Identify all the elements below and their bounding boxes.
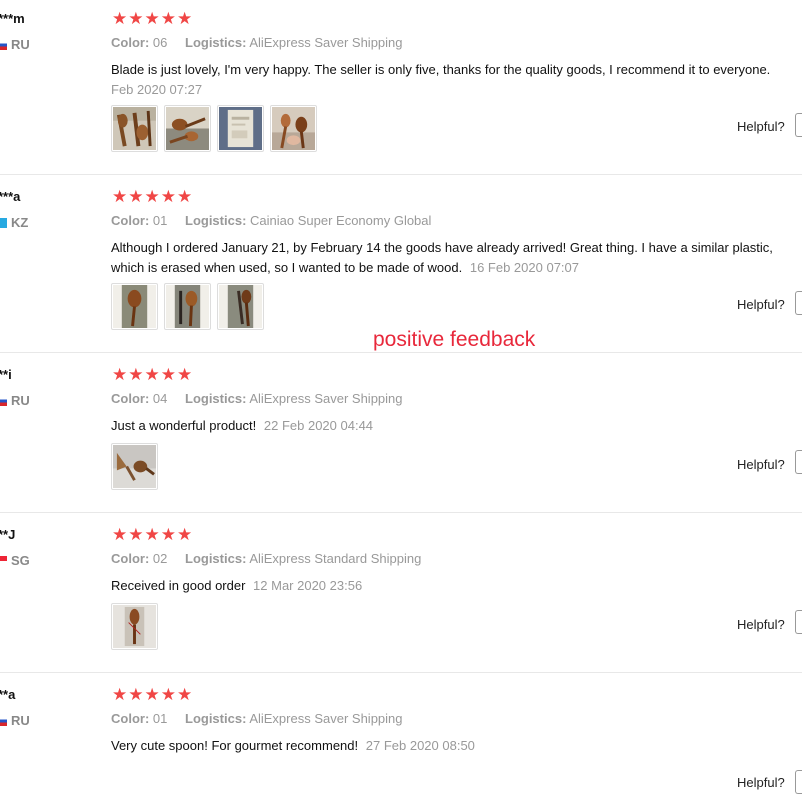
spoon-angle-photo	[219, 285, 262, 328]
review-photo-thumbnail[interactable]	[164, 105, 211, 152]
reviewer-name: ***a	[0, 189, 21, 204]
star-rating: ★★★★★	[112, 187, 194, 206]
logistics-value: AliExpress Saver Shipping	[249, 711, 403, 726]
helpful-label: Helpful?	[737, 119, 785, 134]
order-info: Color: 06 Logistics: AliExpress Saver Sh…	[111, 35, 403, 50]
logistics-label: Logistics:	[185, 551, 247, 566]
review-item: **a RU ★★★★★ Color: 01 Logistics: AliExp…	[0, 676, 802, 794]
ru-flag-icon	[0, 716, 7, 726]
review-text: Very cute spoon! For gourmet recommend!	[111, 738, 359, 753]
review-photo-thumbnail[interactable]	[111, 283, 158, 330]
review-photo-thumbnail[interactable]	[270, 105, 317, 152]
review-photos	[111, 105, 317, 152]
spoons-on-cloth-photo	[113, 107, 156, 150]
helpful-label: Helpful?	[737, 617, 785, 632]
reviewer-country: RU	[0, 37, 30, 52]
star-rating: ★★★★★	[112, 9, 194, 28]
color-label: Color:	[111, 213, 150, 228]
kz-flag-icon	[0, 218, 7, 228]
review-text-block: Although I ordered January 21, by Februa…	[111, 238, 801, 278]
logistics-label: Logistics:	[185, 391, 247, 406]
spoon-front-photo	[113, 285, 156, 328]
logistics-value: AliExpress Saver Shipping	[249, 391, 403, 406]
two-spoons-photo	[113, 445, 156, 488]
logistics-label: Logistics:	[185, 35, 247, 50]
review-photos	[111, 603, 158, 650]
review-text: Just a wonderful product!	[111, 418, 257, 433]
color-value: 04	[152, 391, 168, 406]
order-info: Color: 01 Logistics: AliExpress Saver Sh…	[111, 711, 403, 726]
logistics-label: Logistics:	[185, 711, 247, 726]
review-text: Received in good order	[111, 578, 246, 593]
review-photo-thumbnail[interactable]	[111, 105, 158, 152]
review-photos	[111, 443, 158, 490]
order-info: Color: 02 Logistics: AliExpress Standard…	[111, 551, 421, 566]
logistics-value: AliExpress Saver Shipping	[249, 35, 403, 50]
spoons-on-table-photo	[166, 107, 209, 150]
review-text: Although I ordered January 21, by Februa…	[111, 240, 773, 275]
reviewer-name: **a	[0, 687, 16, 702]
helpful-label: Helpful?	[737, 775, 785, 790]
review-photo-thumbnail[interactable]	[217, 105, 264, 152]
helpful-button[interactable]	[795, 450, 802, 474]
package-bag-photo	[219, 107, 262, 150]
review-text: Blade is just lovely, I'm very happy. Th…	[111, 62, 771, 77]
review-item: ***a KZ ★★★★★ Color: 01 Logistics: Caini…	[0, 178, 802, 353]
color-label: Color:	[111, 35, 150, 50]
star-rating: ★★★★★	[112, 685, 194, 704]
reviewer-name: **J	[0, 527, 16, 542]
reviewer-name: ***m	[0, 11, 25, 26]
review-photo-thumbnail[interactable]	[111, 603, 158, 650]
reviewer-country: SG	[0, 553, 30, 568]
logistics-label: Logistics:	[185, 213, 247, 228]
star-rating: ★★★★★	[112, 525, 194, 544]
helpful-label: Helpful?	[737, 297, 785, 312]
positive-feedback-annotation: positive feedback	[373, 328, 536, 351]
ru-flag-icon	[0, 396, 7, 406]
review-photos	[111, 283, 264, 330]
review-date: 22 Feb 2020 04:44	[263, 418, 374, 433]
helpful-button[interactable]	[795, 770, 802, 794]
ru-flag-icon	[0, 40, 7, 50]
review-text-block: Blade is just lovely, I'm very happy. Th…	[111, 60, 801, 100]
spoon-in-hand-photo	[272, 107, 315, 150]
reviewer-country: RU	[0, 393, 30, 408]
color-value: 06	[152, 35, 168, 50]
review-item: **J SG ★★★★★ Color: 02 Logistics: AliExp…	[0, 516, 802, 673]
review-date: 27 Feb 2020 08:50	[365, 738, 475, 753]
helpful-button[interactable]	[795, 610, 802, 634]
review-photo-thumbnail[interactable]	[111, 443, 158, 490]
helpful-button[interactable]	[795, 291, 802, 315]
spoon-side-photo	[166, 285, 209, 328]
reviewer-country: KZ	[0, 215, 28, 230]
color-value: 02	[152, 551, 168, 566]
review-date: 12 Mar 2020 23:56	[253, 578, 363, 593]
review-photo-thumbnail[interactable]	[164, 283, 211, 330]
review-date: 16 Feb 2020 07:07	[469, 260, 579, 275]
sg-flag-icon	[0, 556, 7, 566]
review-text-block: Just a wonderful product! 22 Feb 2020 04…	[111, 416, 801, 436]
order-info: Color: 01 Logistics: Cainiao Super Econo…	[111, 213, 431, 228]
order-info: Color: 04 Logistics: AliExpress Saver Sh…	[111, 391, 403, 406]
review-item: ***m RU ★★★★★ Color: 06 Logistics: AliEx…	[0, 0, 802, 175]
color-label: Color:	[111, 551, 150, 566]
logistics-value: Cainiao Super Economy Global	[250, 213, 432, 228]
review-photo-thumbnail[interactable]	[217, 283, 264, 330]
color-label: Color:	[111, 711, 150, 726]
review-item: **i RU ★★★★★ Color: 04 Logistics: AliExp…	[0, 356, 802, 513]
review-text-block: Very cute spoon! For gourmet recommend! …	[111, 736, 801, 756]
helpful-button[interactable]	[795, 113, 802, 137]
review-date: Feb 2020 07:27	[111, 82, 203, 97]
color-value: 01	[152, 213, 168, 228]
star-rating: ★★★★★	[112, 365, 194, 384]
color-value: 01	[152, 711, 168, 726]
reviewer-country: RU	[0, 713, 30, 728]
spoon-in-package-photo	[113, 605, 156, 648]
helpful-label: Helpful?	[737, 457, 785, 472]
color-label: Color:	[111, 391, 150, 406]
logistics-value: AliExpress Standard Shipping	[249, 551, 422, 566]
review-text-block: Received in good order 12 Mar 2020 23:56	[111, 576, 801, 596]
reviewer-name: **i	[0, 367, 12, 382]
